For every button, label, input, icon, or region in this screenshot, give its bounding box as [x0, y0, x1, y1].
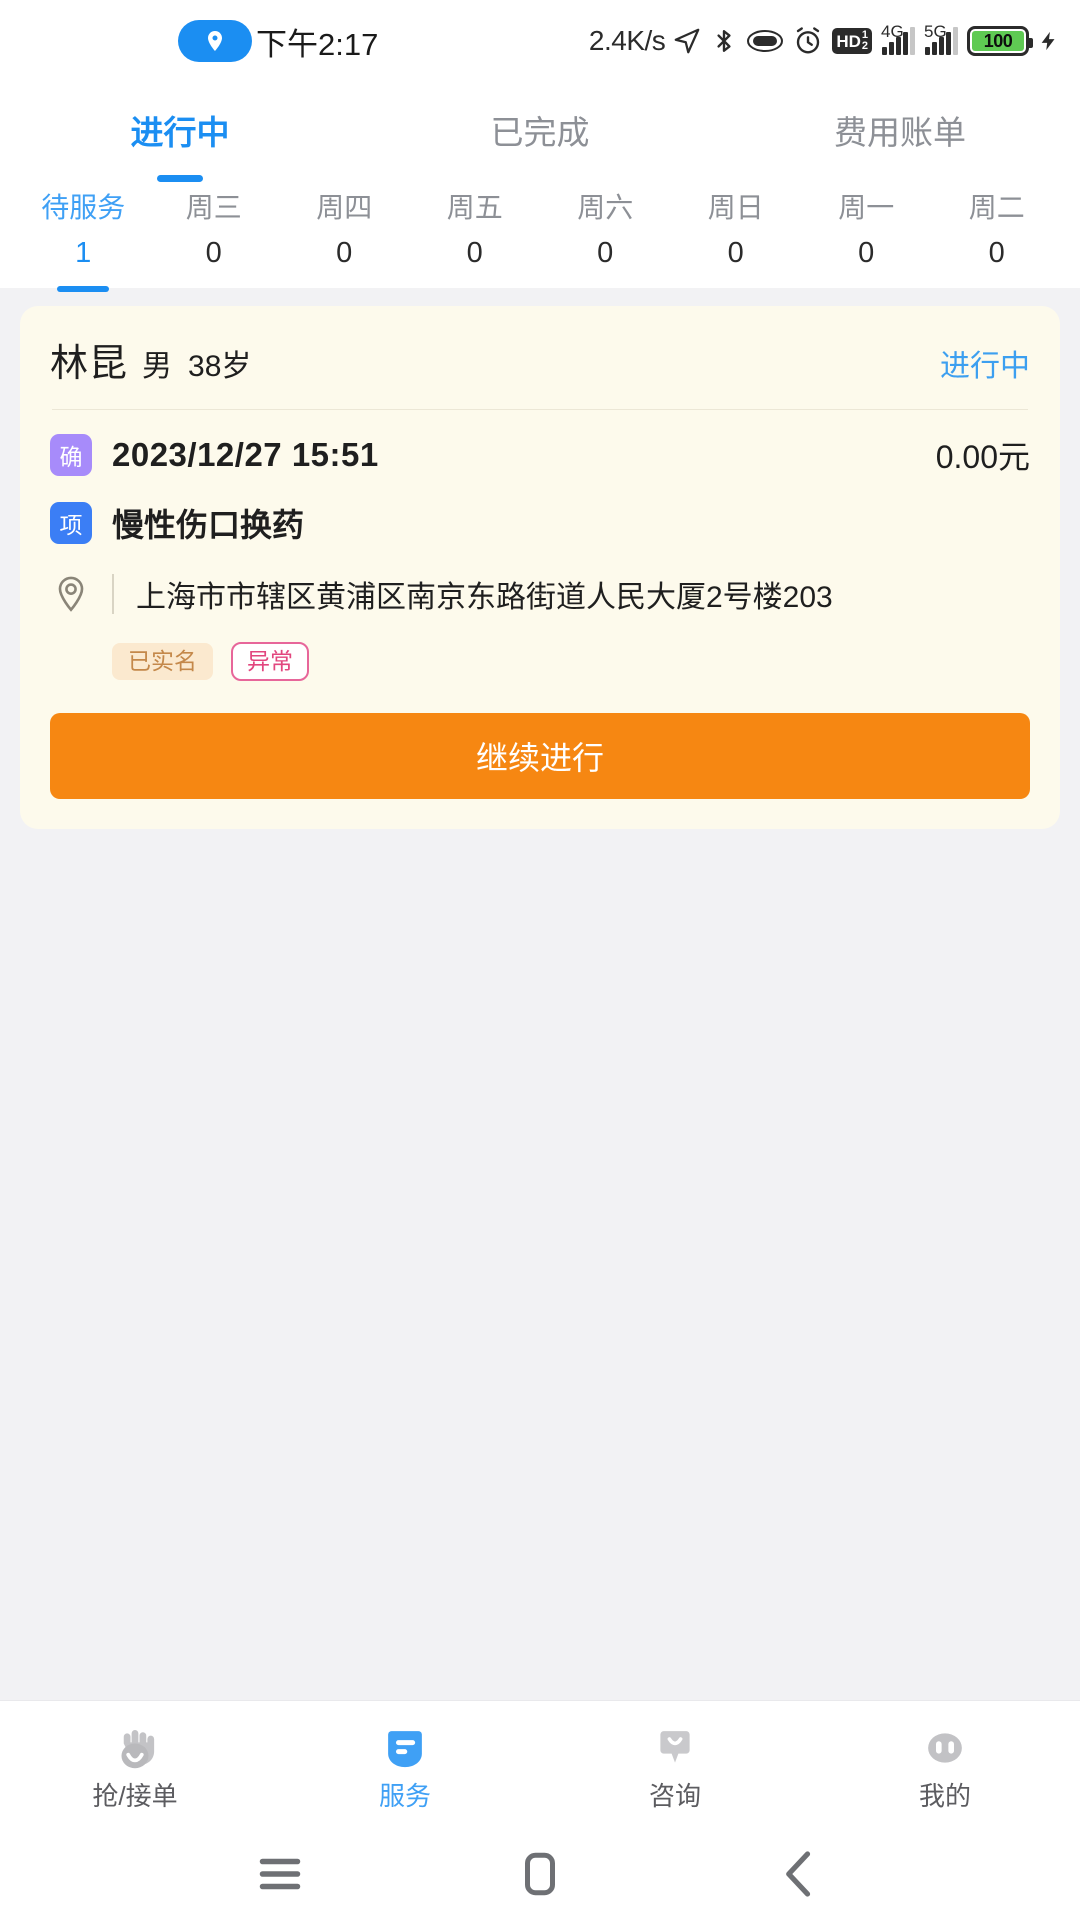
nav-label: 我的	[918, 1780, 971, 1811]
day-tab-label: 周三	[185, 192, 242, 223]
order-address: 上海市市辖区黄浦区南京东路街道人民大厦2号楼203	[136, 581, 833, 614]
nav-label: 抢/接单	[92, 1780, 178, 1811]
day-tab-count: 0	[336, 237, 353, 269]
day-tab-wed[interactable]: 周三 0	[149, 184, 280, 288]
day-tab-label: 周日	[707, 192, 764, 223]
day-tab-pending[interactable]: 待服务 1	[18, 184, 149, 288]
order-item-row: 项 慢性伤口换药	[50, 500, 1030, 546]
day-tab-mon[interactable]: 周一 0	[801, 184, 932, 288]
continue-button[interactable]: 继续进行	[50, 713, 1030, 799]
order-card[interactable]: 林昆 男 38岁 进行中 确 2023/12/27 15:51 0.00元 项 …	[20, 306, 1060, 829]
confirm-badge-icon: 确	[50, 434, 92, 476]
day-tab-label: 待服务	[41, 192, 126, 223]
day-tab-count: 0	[727, 237, 744, 269]
status-bar: 下午2:17 2.4K/s HD 1 2 4G 5G 100	[0, 0, 1080, 82]
tab-completed[interactable]: 已完成	[360, 82, 720, 178]
nfc-ring-icon	[746, 28, 784, 54]
sim2-signal-icon: 5G	[924, 23, 958, 55]
day-tab-count: 0	[597, 237, 614, 269]
navigation-arrow-icon	[672, 26, 702, 56]
day-tab-label: 周二	[968, 192, 1025, 223]
address-divider	[112, 574, 114, 614]
tab-billing[interactable]: 费用账单	[720, 82, 1080, 178]
tab-in-progress[interactable]: 进行中	[0, 82, 360, 178]
order-price: 0.00元	[935, 439, 1030, 475]
day-tab-fri[interactable]: 周五 0	[410, 184, 541, 288]
service-card-icon	[378, 1721, 432, 1775]
alarm-clock-icon	[793, 26, 823, 56]
chip-abnormal: 异常	[231, 642, 309, 681]
location-pin-icon	[178, 20, 252, 62]
battery-icon: 100	[967, 26, 1033, 56]
patient-info: 林昆 男 38岁	[50, 332, 251, 387]
battery-level: 100	[972, 31, 1024, 51]
nav-item-grab-orders[interactable]: 抢/接单	[0, 1721, 270, 1809]
status-bar-time: 下午2:17	[256, 26, 379, 62]
hand-grab-icon	[108, 1721, 162, 1775]
chip-verified: 已实名	[112, 643, 213, 680]
android-navigation-bar	[0, 1828, 1080, 1920]
order-datetime-row: 确 2023/12/27 15:51 0.00元	[50, 432, 1030, 478]
order-chips: 已实名 异常	[50, 642, 1030, 681]
patient-sex: 男	[142, 350, 173, 383]
card-divider	[52, 409, 1028, 410]
patient-age: 38岁	[188, 350, 252, 383]
header-bar: 进行中 已完成 费用账单 待服务 1 周三 0 周四 0 周五 0 周六 0 周…	[0, 82, 1080, 288]
order-card-header: 林昆 男 38岁 进行中	[50, 332, 1030, 409]
status-bar-right: 2.4K/s HD 1 2 4G 5G 100	[589, 0, 1060, 82]
day-tab-count: 0	[858, 237, 875, 269]
back-chevron-icon[interactable]	[770, 1844, 830, 1904]
day-tab-count: 0	[205, 237, 222, 269]
day-tab-bar: 待服务 1 周三 0 周四 0 周五 0 周六 0 周日 0 周一 0 周二 0	[0, 178, 1080, 288]
nav-item-consult[interactable]: 咨询	[540, 1721, 810, 1809]
network-speed: 2.4K/s	[588, 25, 666, 56]
day-tab-thu[interactable]: 周四 0	[279, 184, 410, 288]
charging-bolt-icon	[1038, 26, 1060, 56]
phone-screen: 下午2:17 2.4K/s HD 1 2 4G 5G 100 进行中 已完成 费…	[0, 0, 1080, 1920]
order-list: 林昆 男 38岁 进行中 确 2023/12/27 15:51 0.00元 项 …	[0, 288, 1080, 1700]
patient-name: 林昆	[50, 343, 129, 385]
day-tab-tue[interactable]: 周二 0	[932, 184, 1063, 288]
day-tab-count: 1	[75, 237, 92, 269]
day-tab-count: 0	[466, 237, 483, 269]
day-tab-sat[interactable]: 周六 0	[540, 184, 671, 288]
order-address-row[interactable]: 上海市市辖区黄浦区南京东路街道人民大厦2号楼203	[50, 572, 1030, 616]
profile-face-icon	[918, 1721, 972, 1775]
day-tab-label: 周一	[838, 192, 895, 223]
status-bar-left: 下午2:17	[178, 19, 378, 64]
day-tab-label: 周五	[446, 192, 503, 223]
day-tab-count: 0	[988, 237, 1005, 269]
item-badge-icon: 项	[50, 502, 92, 544]
chat-bubble-icon	[648, 1721, 702, 1775]
status-badge: 进行中	[940, 350, 1030, 383]
home-square-icon[interactable]	[510, 1844, 570, 1904]
order-datetime: 2023/12/27 15:51	[112, 436, 379, 473]
nav-item-service[interactable]: 服务	[270, 1721, 540, 1809]
order-item-name: 慢性伤口换药	[112, 507, 305, 543]
bottom-navigation: 抢/接单 服务 咨询 我的	[0, 1700, 1080, 1828]
nav-label: 服务	[378, 1780, 431, 1811]
nav-label: 咨询	[648, 1780, 701, 1811]
sim1-signal-icon: 4G	[881, 23, 915, 55]
nav-item-profile[interactable]: 我的	[810, 1721, 1080, 1809]
menu-icon[interactable]	[250, 1844, 310, 1904]
hd-voice-icon: HD 1 2	[832, 28, 872, 54]
main-tab-bar: 进行中 已完成 费用账单	[0, 82, 1080, 178]
bluetooth-icon	[711, 26, 737, 56]
day-tab-sun[interactable]: 周日 0	[671, 184, 802, 288]
day-tab-label: 周六	[577, 192, 634, 223]
day-tab-label: 周四	[316, 192, 373, 223]
map-pin-icon	[50, 573, 92, 615]
